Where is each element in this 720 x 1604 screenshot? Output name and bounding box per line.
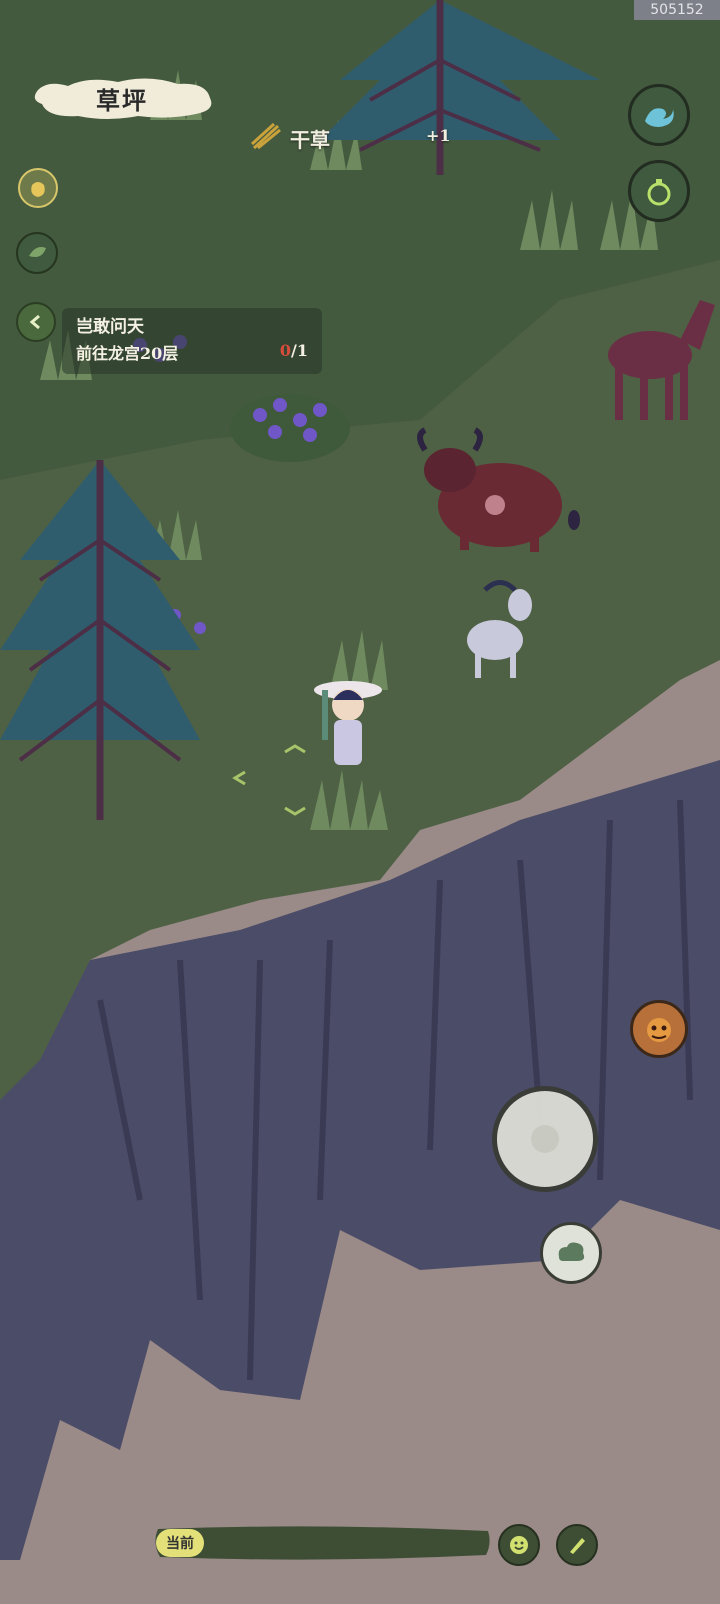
leaf-button[interactable] [16, 232, 58, 274]
pouch-icon [31, 182, 45, 197]
action-joystick[interactable] [492, 1086, 598, 1192]
chat-channel-tag[interactable]: 当前 [156, 1529, 204, 1557]
item-name: 干草 [290, 128, 330, 152]
quest-progress: 0/1 [280, 341, 308, 360]
quest-progress-current: 0 [279, 341, 292, 360]
hay-icon [250, 122, 281, 150]
cloud-swirl-icon [558, 1242, 585, 1261]
brush-icon [570, 1538, 585, 1554]
quest-description: 前往龙宫20层 [76, 344, 179, 363]
screen-id-badge: 505152 [634, 0, 720, 20]
monster-face-icon [647, 1018, 671, 1042]
emoji-button[interactable] [498, 1524, 540, 1566]
scene-background [0, 0, 720, 1600]
wave-icon [645, 108, 674, 127]
joystick-icon [531, 1125, 559, 1153]
item-count: +1 [426, 126, 451, 145]
bag-button[interactable] [18, 168, 58, 208]
smile-icon [510, 1536, 528, 1554]
location-cloud: 草坪 [28, 74, 216, 122]
location-name: 草坪 [96, 85, 148, 115]
quest-progress-total: /1 [291, 341, 308, 360]
quest-panel[interactable]: 岂敢问天 前往龙宫20层 0/1 [62, 308, 322, 374]
gourd-button[interactable] [628, 160, 690, 222]
quest-back-button[interactable] [16, 302, 56, 342]
gourd-icon [647, 179, 671, 206]
game-scene[interactable] [0, 0, 720, 1600]
item-pickup-notice: 干草 +1 [250, 120, 460, 152]
chevron-left-icon [29, 314, 40, 330]
leaf-icon [29, 247, 46, 257]
cloud-skill-button[interactable] [540, 1222, 602, 1284]
chat-bar[interactable]: 当前 [152, 1523, 492, 1563]
write-button[interactable] [556, 1524, 598, 1566]
wave-skill-button[interactable] [628, 84, 690, 146]
quest-title: 岂敢问天 [76, 317, 144, 337]
monster-button[interactable] [630, 1000, 688, 1058]
